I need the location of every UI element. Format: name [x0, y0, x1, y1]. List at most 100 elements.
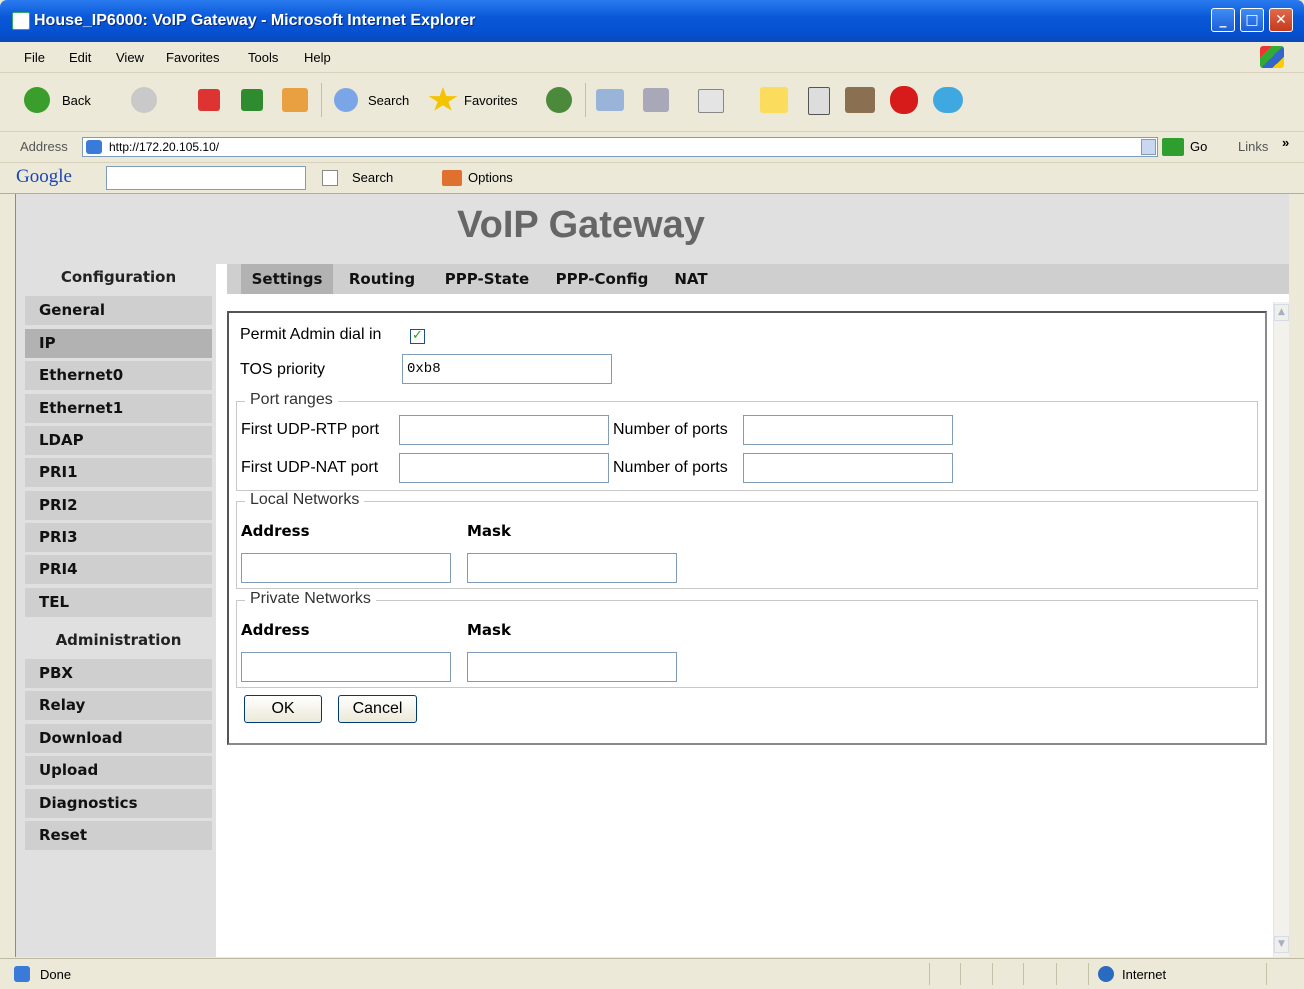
favorites-star-icon[interactable] — [428, 87, 458, 111]
rtp-count-input[interactable] — [743, 415, 953, 445]
nav-upload[interactable]: Upload — [25, 756, 212, 785]
nav-ldap[interactable]: LDAP — [25, 426, 212, 455]
print-icon[interactable] — [643, 88, 669, 112]
address-dropdown-icon[interactable] — [1141, 139, 1156, 155]
history-icon[interactable] — [546, 87, 572, 113]
private-networks-legend: Private Networks — [245, 590, 376, 608]
notes-icon[interactable] — [760, 87, 788, 113]
messenger-icon[interactable] — [933, 87, 963, 113]
google-search-input[interactable] — [106, 166, 306, 190]
stop-icon[interactable] — [198, 89, 220, 111]
nav-download[interactable]: Download — [25, 724, 212, 753]
toolbar-separator — [321, 83, 322, 117]
menu-tools[interactable]: Tools — [248, 50, 278, 65]
back-arrow-icon[interactable] — [24, 87, 50, 113]
local-mask-header: Mask — [467, 522, 511, 540]
ok-button[interactable]: OK — [244, 695, 322, 723]
nat-port-input[interactable] — [399, 453, 609, 483]
search-icon[interactable] — [334, 88, 358, 112]
device-icon[interactable] — [808, 87, 830, 115]
go-button[interactable]: Go — [1190, 139, 1207, 154]
rtp-port-label: First UDP-RTP port — [241, 421, 380, 438]
refresh-icon[interactable] — [241, 89, 263, 111]
private-mask-input[interactable] — [467, 652, 677, 682]
search-label[interactable]: Search — [368, 93, 409, 108]
nav-relay[interactable]: Relay — [25, 691, 212, 720]
nav-reset[interactable]: Reset — [25, 821, 212, 850]
port-ranges-fieldset: Port ranges First UDP-RTP port Number of… — [236, 391, 1258, 491]
back-label[interactable]: Back — [62, 93, 91, 108]
close-button[interactable]: ✕ — [1269, 8, 1293, 32]
minimize-button[interactable]: _ — [1211, 8, 1235, 32]
window-title: House_IP6000: VoIP Gateway - Microsoft I… — [34, 12, 476, 29]
nav-ip[interactable]: IP — [25, 329, 212, 358]
research-icon[interactable] — [845, 87, 875, 113]
window-titlebar[interactable]: House_IP6000: VoIP Gateway - Microsoft I… — [0, 0, 1304, 42]
address-input[interactable]: http://172.20.105.10/ — [82, 137, 1158, 157]
local-mask-input[interactable] — [467, 553, 677, 583]
links-chevron-icon[interactable]: » — [1282, 135, 1289, 150]
google-search-button[interactable]: Search — [352, 170, 393, 185]
nav-ethernet1[interactable]: Ethernet1 — [25, 394, 212, 423]
menu-view[interactable]: View — [116, 50, 144, 65]
status-divider — [960, 963, 961, 985]
menu-file[interactable]: File — [24, 50, 45, 65]
status-divider — [992, 963, 993, 985]
local-address-input[interactable] — [241, 553, 451, 583]
menu-favorites[interactable]: Favorites — [166, 50, 219, 65]
google-search-icon — [322, 170, 338, 186]
page-icon — [86, 140, 102, 154]
local-networks-legend: Local Networks — [245, 491, 365, 509]
nav-pbx[interactable]: PBX — [25, 659, 212, 688]
tab-ppp-config[interactable]: PPP-Config — [545, 264, 659, 294]
toolbar-separator — [585, 83, 586, 117]
nav-ethernet0[interactable]: Ethernet0 — [25, 361, 212, 390]
menu-edit[interactable]: Edit — [69, 50, 91, 65]
mail-icon[interactable] — [596, 89, 624, 111]
home-icon[interactable] — [282, 88, 308, 112]
nav-tel[interactable]: TEL — [25, 588, 212, 617]
tab-bar: Settings Routing PPP-State PPP-Config NA… — [227, 264, 1289, 294]
rtp-port-input[interactable] — [399, 415, 609, 445]
go-arrow-icon[interactable] — [1162, 138, 1184, 156]
favorites-label[interactable]: Favorites — [464, 93, 517, 108]
status-divider — [929, 963, 930, 985]
private-address-input[interactable] — [241, 652, 451, 682]
status-divider — [1266, 963, 1267, 985]
tab-nat[interactable]: NAT — [661, 264, 721, 294]
tab-ppp-state[interactable]: PPP-State — [431, 264, 543, 294]
edit-word-icon[interactable] — [698, 89, 724, 113]
google-options-button[interactable]: Options — [468, 170, 513, 185]
cancel-button[interactable]: Cancel — [338, 695, 417, 723]
scroll-down-icon[interactable]: ▼ — [1274, 936, 1289, 953]
vertical-scrollbar[interactable]: ▲ ▼ — [1273, 302, 1289, 957]
stamp-icon[interactable] — [890, 86, 918, 114]
sidebar: Configuration General IP Ethernet0 Ether… — [16, 264, 216, 957]
local-networks-fieldset: Local Networks Address Mask — [236, 491, 1258, 589]
tos-priority-input[interactable]: 0xb8 — [402, 354, 612, 384]
internet-zone-icon — [1098, 966, 1114, 982]
menu-help[interactable]: Help — [304, 50, 331, 65]
links-label[interactable]: Links — [1238, 139, 1268, 154]
nav-pri4[interactable]: PRI4 — [25, 555, 212, 584]
nat-count-label: Number of ports — [613, 459, 728, 476]
nav-general[interactable]: General — [25, 296, 212, 325]
scroll-up-icon[interactable]: ▲ — [1274, 304, 1289, 321]
local-address-header: Address — [241, 522, 310, 540]
permit-admin-label: Permit Admin dial in — [240, 326, 382, 343]
tab-settings[interactable]: Settings — [241, 264, 333, 294]
nav-diagnostics[interactable]: Diagnostics — [25, 789, 212, 818]
google-logo[interactable]: Google — [16, 166, 72, 188]
nav-pri2[interactable]: PRI2 — [25, 491, 212, 520]
nat-count-input[interactable] — [743, 453, 953, 483]
forward-arrow-icon[interactable] — [131, 87, 157, 113]
status-text: Done — [40, 967, 72, 982]
maximize-button[interactable]: □ — [1240, 8, 1264, 32]
port-ranges-legend: Port ranges — [245, 391, 338, 409]
nav-pri3[interactable]: PRI3 — [25, 523, 212, 552]
tab-routing[interactable]: Routing — [335, 264, 429, 294]
google-toolbar: Google Search Options — [0, 163, 1304, 194]
permit-admin-checkbox[interactable]: ✓ — [410, 329, 425, 344]
private-networks-fieldset: Private Networks Address Mask — [236, 590, 1258, 688]
nav-pri1[interactable]: PRI1 — [25, 458, 212, 487]
